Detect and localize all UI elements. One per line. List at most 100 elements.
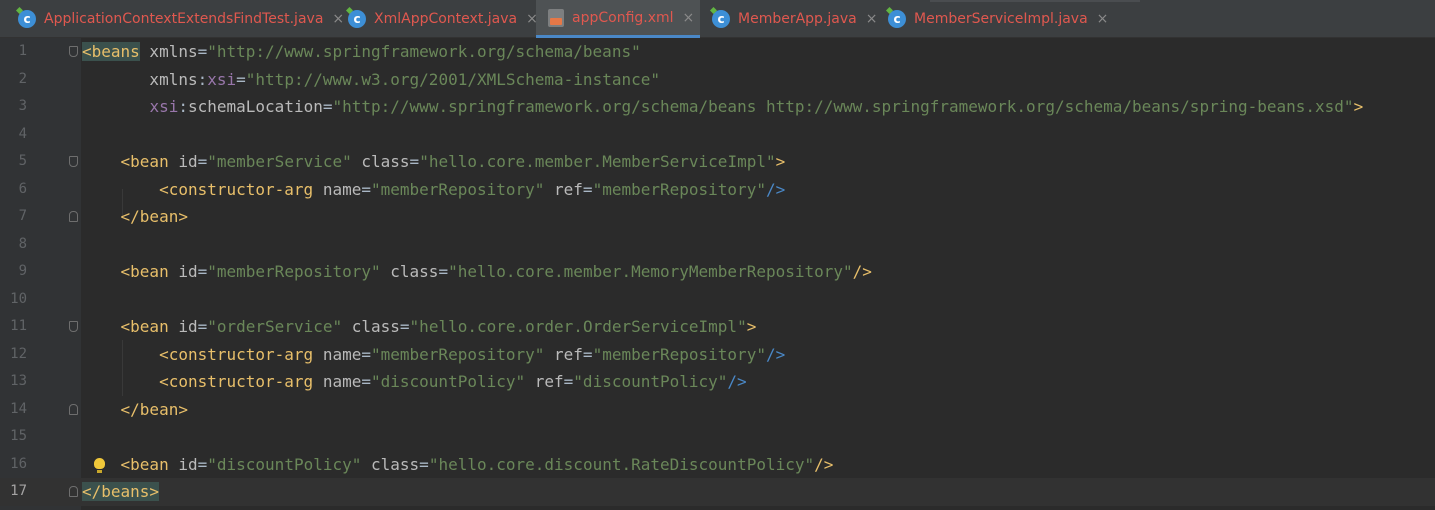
code-token: />	[852, 262, 872, 281]
code-text: <bean id="memberRepository" class="hello…	[82, 258, 872, 286]
code-token: <beans	[82, 42, 140, 61]
close-icon[interactable]: ×	[683, 10, 695, 26]
code-token: =	[582, 344, 593, 364]
code-token: xmlns	[82, 69, 198, 89]
line-number: 16	[10, 455, 27, 472]
code-line[interactable]: 9 <bean id="memberRepository" class="hel…	[0, 258, 1435, 286]
close-icon[interactable]: ×	[1097, 11, 1109, 27]
code-token: class	[361, 454, 420, 474]
code-text: </bean>	[82, 396, 188, 424]
code-line[interactable]: 1 <beans xmlns="http://www.springframewor…	[0, 38, 1435, 66]
code-token: id	[168, 317, 198, 336]
code-token: </beans>	[82, 482, 160, 501]
code-token: class	[380, 262, 439, 281]
code-line[interactable]: 16 <bean id="discountPolicy" class="hell…	[0, 451, 1435, 479]
fold-marker-icon[interactable]	[69, 321, 78, 332]
code-token: =	[438, 262, 449, 281]
code-line[interactable]: 17 </beans>	[0, 478, 1435, 506]
code-token: id	[168, 152, 198, 171]
code-token: "discountPolicy"	[573, 372, 728, 391]
fold-marker-icon[interactable]	[69, 46, 78, 57]
code-token: <bean	[82, 152, 169, 171]
code-text: <constructor-arg name="discountPolicy" r…	[82, 368, 747, 396]
code-token: =	[197, 42, 208, 61]
code-token: "memberService"	[207, 152, 352, 171]
code-token: "memberRepository"	[592, 344, 766, 364]
code-token: schemaLocation	[187, 97, 323, 116]
code-token: />	[814, 454, 834, 474]
code-token: ref	[544, 179, 583, 199]
tab-applicationcontextextendsfindtest[interactable]: c ApplicationContextExtendsFindTest.java…	[6, 0, 344, 38]
code-line[interactable]: 13 <constructor-arg name="discountPolicy…	[0, 368, 1435, 396]
xml-file-icon	[548, 8, 564, 27]
code-token: =	[399, 317, 410, 336]
code-token: "hello.core.order.OrderServiceImpl"	[409, 317, 747, 336]
code-token: >	[746, 317, 757, 336]
fold-marker-icon[interactable]	[69, 403, 78, 415]
code-line[interactable]: 6 <constructor-arg name="memberRepositor…	[0, 176, 1435, 204]
code-text: xmlns:xsi="http://www.w3.org/2001/XMLSch…	[82, 66, 660, 94]
tab-label: XmlAppContext.java	[374, 11, 518, 27]
code-line[interactable]: 15	[0, 423, 1435, 451]
line-number: 7	[18, 208, 27, 224]
code-token: <constructor-arg	[82, 344, 314, 364]
line-number: 5	[18, 153, 27, 169]
line-number: 11	[10, 318, 27, 334]
fold-marker-icon[interactable]	[69, 211, 78, 222]
code-token: =	[582, 179, 593, 199]
line-number: 2	[18, 70, 27, 87]
code-token: "orderService"	[207, 317, 343, 336]
code-token: =	[236, 69, 246, 89]
java-class-icon: c	[18, 10, 36, 28]
code-token: >	[775, 152, 786, 171]
code-token: "memberRepository"	[592, 179, 766, 199]
tab-memberapp[interactable]: c MemberApp.java ×	[700, 0, 877, 38]
line-number: 15	[10, 428, 27, 444]
java-class-icon: c	[888, 10, 906, 28]
code-token: =	[361, 344, 371, 364]
tab-xmlappcontext[interactable]: c XmlAppContext.java ×	[336, 0, 538, 38]
code-token: <constructor-arg	[82, 372, 314, 391]
code-text: <constructor-arg name="memberRepository"…	[82, 176, 785, 204]
line-number: 4	[18, 125, 27, 142]
code-line[interactable]: 4	[0, 121, 1435, 149]
fold-marker-icon[interactable]	[69, 486, 78, 497]
code-line[interactable]: 7 </bean>	[0, 203, 1435, 231]
code-token: "hello.core.member.MemoryMemberRepositor…	[448, 262, 853, 281]
line-number: 8	[18, 235, 27, 252]
code-token: "discountPolicy"	[207, 454, 362, 474]
java-class-icon: c	[348, 10, 366, 28]
code-editor[interactable]: 1 <beans xmlns="http://www.springframewor…	[0, 38, 1435, 510]
code-token: xsi	[207, 69, 237, 89]
code-text: <bean id="orderService" class="hello.cor…	[82, 313, 757, 341]
code-token: =	[409, 152, 420, 171]
line-number: 1	[18, 43, 27, 59]
line-number: 12	[10, 345, 27, 362]
code-line[interactable]: 12 <constructor-arg name="memberReposito…	[0, 341, 1435, 369]
code-text: <bean id="discountPolicy" class="hello.c…	[82, 451, 834, 479]
code-line[interactable]: 2 xmlns:xsi="http://www.w3.org/2001/XMLS…	[0, 66, 1435, 94]
code-token: xmlns	[139, 42, 198, 61]
tab-memberserviceimpl[interactable]: c MemberServiceImpl.java ×	[876, 0, 1109, 38]
code-line[interactable]: 11 <bean id="orderService" class="hello.…	[0, 313, 1435, 341]
code-token: =	[197, 262, 208, 281]
code-line[interactable]: 3 xsi:schemaLocation="http://www.springf…	[0, 93, 1435, 121]
code-token: />	[765, 179, 786, 199]
tab-appconfig-xml[interactable]: appConfig.xml ×	[536, 0, 700, 38]
code-line[interactable]: 10	[0, 286, 1435, 314]
code-token: =	[197, 317, 208, 336]
code-text: <beans xmlns="http://www.springframework…	[82, 38, 641, 66]
line-number: 14	[10, 400, 27, 417]
code-token: =	[563, 372, 574, 391]
code-line[interactable]: 5 <bean id="memberService" class="hello.…	[0, 148, 1435, 176]
code-token: id	[168, 262, 198, 281]
tab-label: MemberServiceImpl.java	[914, 11, 1088, 27]
line-number: 10	[10, 290, 27, 307]
code-line[interactable]: 14 </bean>	[0, 396, 1435, 424]
code-line[interactable]: 8	[0, 231, 1435, 259]
code-token: =	[361, 372, 371, 391]
code-token: class	[342, 317, 400, 336]
code-token: <bean	[82, 317, 169, 336]
fold-marker-icon[interactable]	[69, 156, 78, 167]
